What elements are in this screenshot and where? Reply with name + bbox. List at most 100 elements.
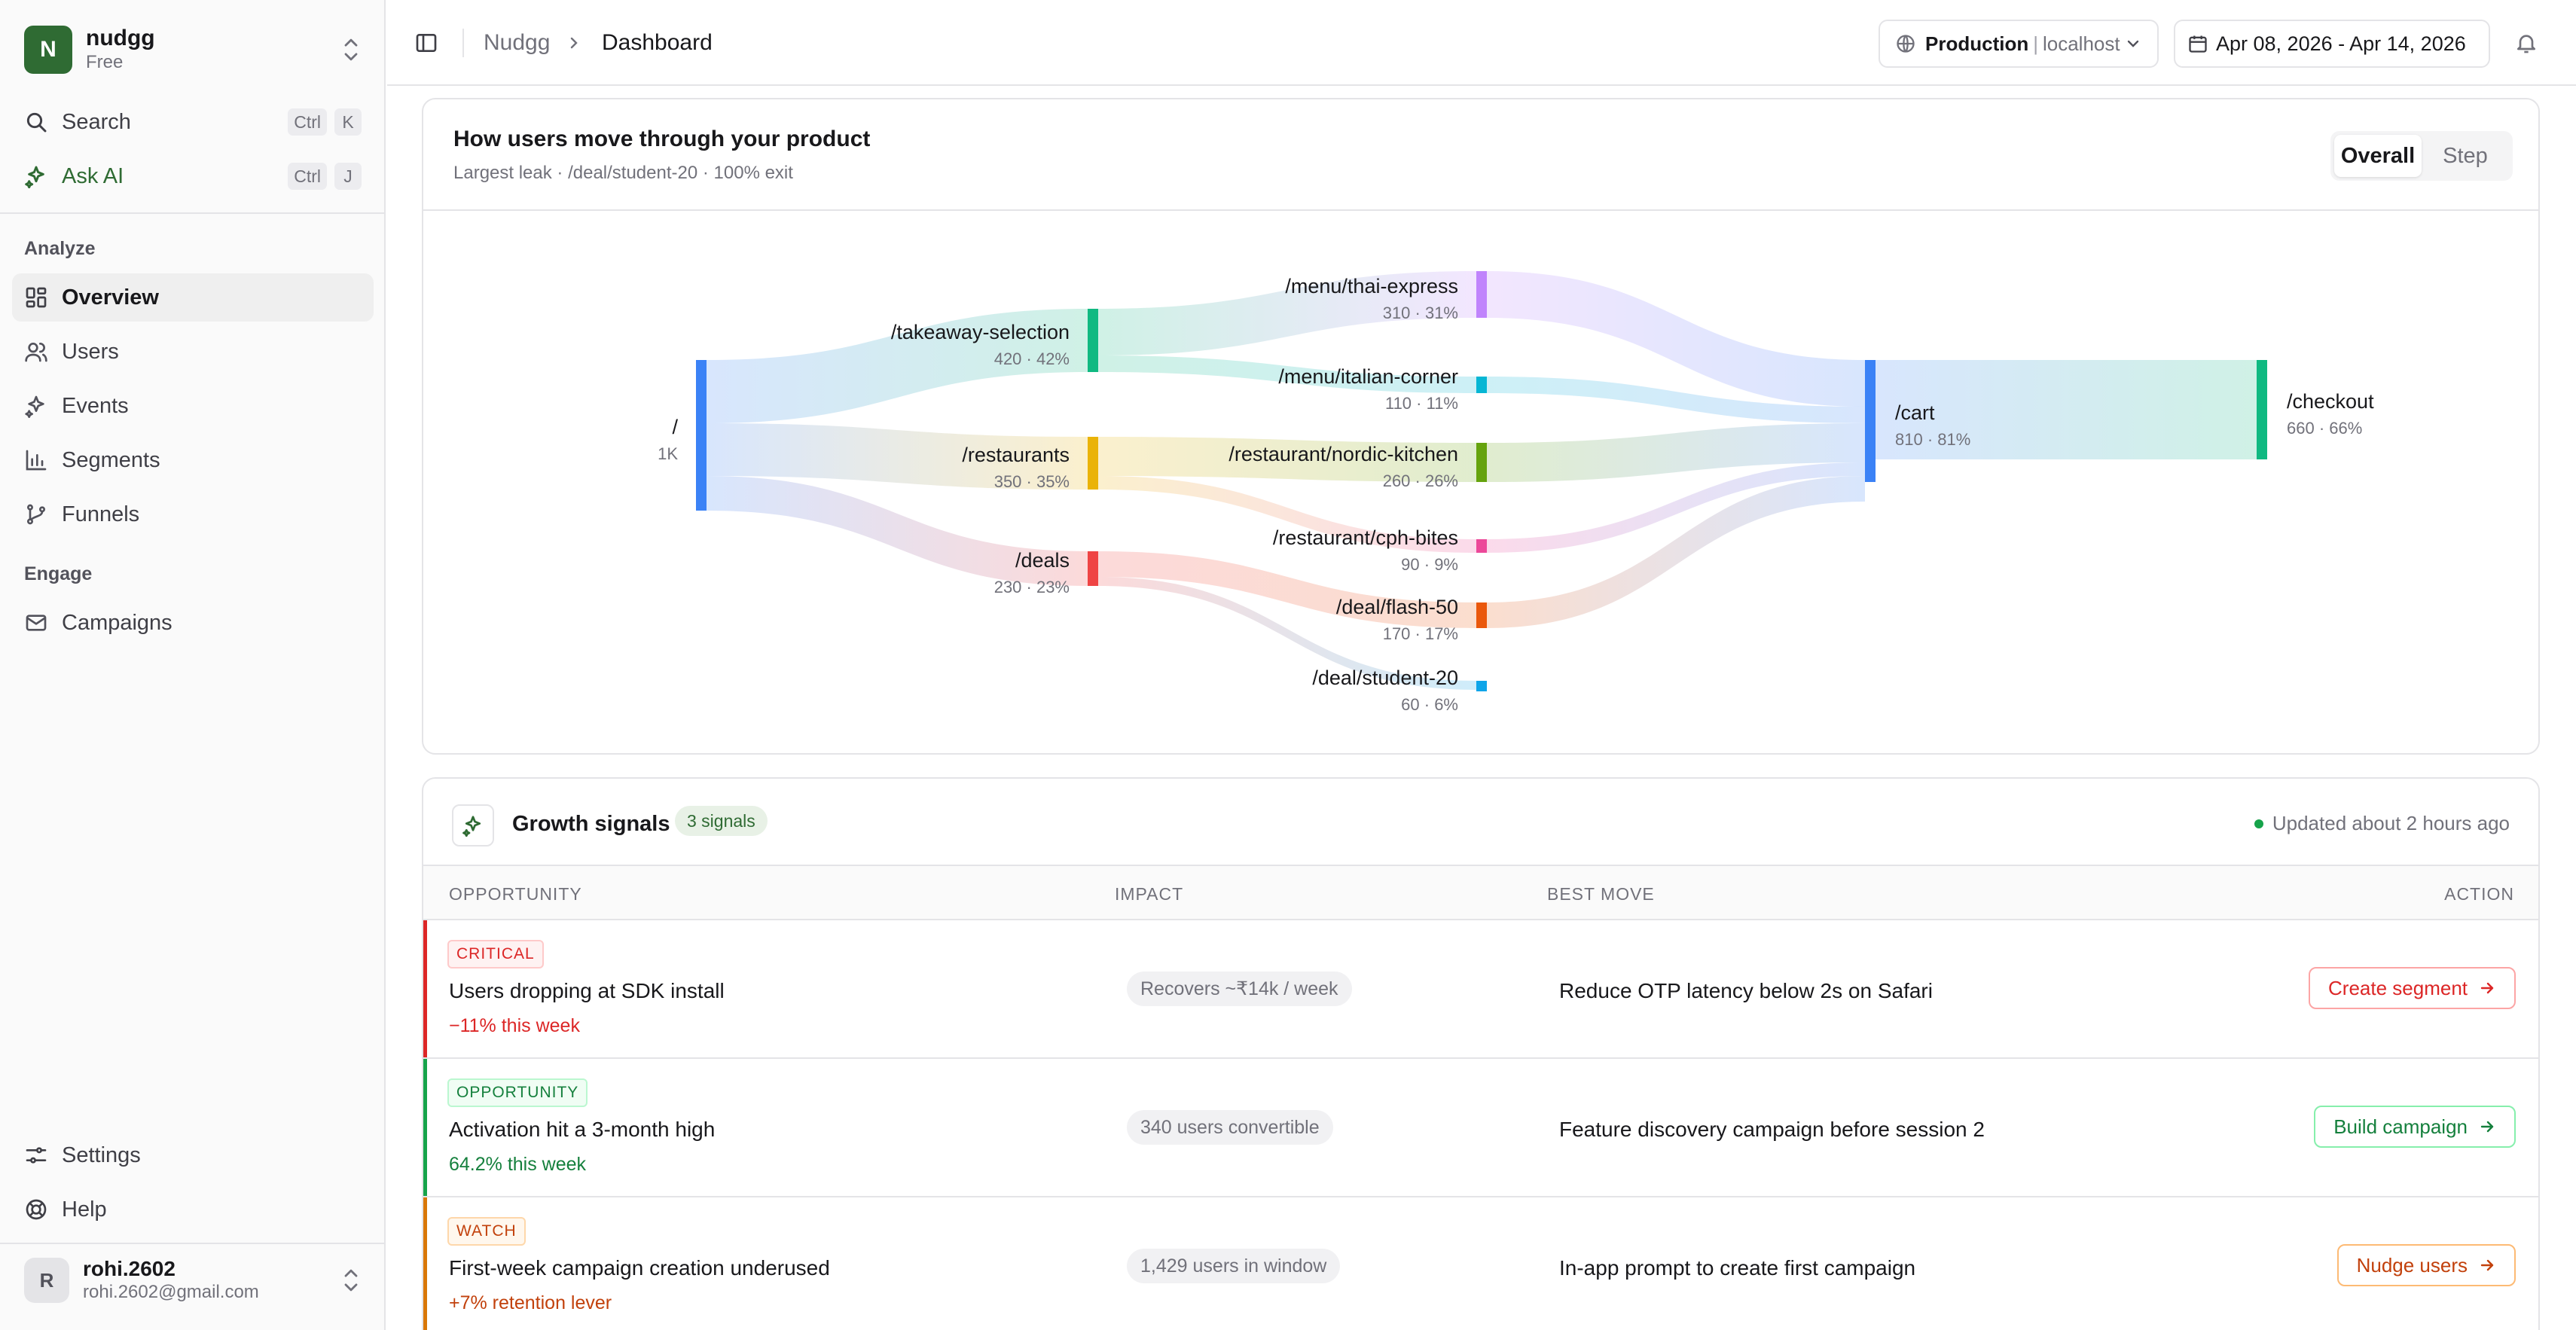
table-row: CRITICAL Users dropping at SDK install −… xyxy=(423,920,2538,1059)
status-badge: OPPORTUNITY xyxy=(447,1078,588,1107)
sankey-node-value: 110 · 11% xyxy=(1385,394,1458,413)
sidebar-item-segments[interactable]: Segments xyxy=(12,436,374,484)
date-range-picker[interactable]: Apr 08, 2026 - Apr 14, 2026 xyxy=(2174,20,2490,68)
sidebar-item-funnels[interactable]: Funnels xyxy=(12,490,374,538)
sankey-node[interactable] xyxy=(696,360,707,511)
help-label: Help xyxy=(62,1197,107,1222)
sidebar: N nudgg Free Search Ctrl K Ask AI Ctrl J… xyxy=(0,0,386,1330)
sankey-node-value: 260 · 26% xyxy=(1383,471,1458,490)
sankey-node[interactable] xyxy=(1476,271,1487,318)
sankey-node-label: /menu/italian-corner xyxy=(1278,365,1458,388)
sidebar-item-label: Campaigns xyxy=(62,610,172,635)
help-link[interactable]: Help xyxy=(12,1185,374,1234)
kbd-k: K xyxy=(334,108,362,136)
grid-icon xyxy=(26,287,47,308)
app-root: N nudgg Free Search Ctrl K Ask AI Ctrl J… xyxy=(0,0,2576,1330)
user-name: rohi.2602 xyxy=(83,1257,175,1280)
users-icon xyxy=(25,343,47,362)
create-segment-button[interactable]: Create segment xyxy=(2309,967,2516,1009)
action-label: Create segment xyxy=(2328,976,2468,999)
sankey-node[interactable] xyxy=(1476,602,1487,628)
opportunity-title: Users dropping at SDK install xyxy=(449,979,725,1002)
environment-host: localhost xyxy=(2042,32,2120,55)
chevron-down-icon xyxy=(2127,40,2139,47)
user-flow-card: How users move through your product Larg… xyxy=(422,98,2540,755)
growth-signals-title: Growth signals xyxy=(512,812,670,836)
search-icon xyxy=(26,112,47,133)
severity-bar xyxy=(423,1059,427,1196)
sankey-node-value: 170 · 17% xyxy=(1383,624,1458,643)
sankey-node[interactable] xyxy=(1476,539,1487,553)
table-header: OPPORTUNITY IMPACT BEST MOVE ACTION xyxy=(423,866,2538,920)
sidebar-item-overview[interactable]: Overview xyxy=(12,273,374,322)
sidebar-toggle-icon[interactable] xyxy=(414,31,438,55)
sankey-node[interactable] xyxy=(1476,377,1487,393)
kbd-ctrl: Ctrl xyxy=(288,163,327,190)
mail-icon xyxy=(26,615,47,631)
sidebar-item-events[interactable]: Events xyxy=(12,382,374,430)
breadcrumb-root[interactable]: Nudgg xyxy=(484,30,550,56)
sankey-node-value: 90 · 9% xyxy=(1401,555,1458,574)
sankey-node-label: /cart xyxy=(1895,401,1935,424)
sankey-node[interactable] xyxy=(1476,681,1487,691)
environment-separator: | xyxy=(2033,32,2038,55)
sankey-node-value: 660 · 66% xyxy=(2287,419,2362,438)
workspace-plan: Free xyxy=(86,52,124,72)
sliders-icon xyxy=(26,1147,47,1164)
ask-ai-button[interactable]: Ask AI Ctrl J xyxy=(12,152,374,200)
sankey-node[interactable] xyxy=(1088,437,1098,490)
impact-pill: 340 users convertible xyxy=(1127,1110,1333,1145)
sankey-node-label: /restaurant/cph-bites xyxy=(1273,526,1458,549)
build-campaign-button[interactable]: Build campaign xyxy=(2314,1106,2516,1148)
column-action: ACTION xyxy=(2444,884,2514,904)
sankey-node-label: /deal/flash-50 xyxy=(1336,596,1458,618)
sankey-chart: / 1K/takeaway-selection 420 · 42% /restaura… xyxy=(658,271,2374,714)
sankey-node-label: /deals xyxy=(1015,549,1070,572)
sankey-node[interactable] xyxy=(1476,443,1487,482)
search-label: Search xyxy=(62,109,131,134)
opportunity-delta: −11% this week xyxy=(449,1015,580,1036)
sankey-node-label: /restaurant/nordic-kitchen xyxy=(1228,443,1458,465)
workspace-name: nudgg xyxy=(86,26,155,50)
sidebar-divider xyxy=(0,212,386,214)
user-menu[interactable]: R rohi.2602 rohi.2602@gmail.com xyxy=(12,1250,374,1310)
section-label-engage: Engage xyxy=(24,563,93,584)
settings-link[interactable]: Settings xyxy=(12,1131,374,1179)
kbd-j: J xyxy=(334,163,362,190)
nudge-users-button[interactable]: Nudge users xyxy=(2336,1244,2516,1286)
sankey-node-value: 810 · 81% xyxy=(1895,430,1970,449)
table-row: OPPORTUNITY Activation hit a 3-month hig… xyxy=(423,1059,2538,1197)
sidebar-item-users[interactable]: Users xyxy=(12,328,374,376)
table-row: WATCH First-week campaign creation under… xyxy=(423,1197,2538,1330)
sankey-node-label: / xyxy=(672,416,678,438)
growth-signals-card: Growth signals 3 signals Updated about 2… xyxy=(422,777,2540,1330)
sankey-node[interactable] xyxy=(2257,360,2267,459)
sidebar-item-label: Overview xyxy=(62,285,159,310)
user-email: rohi.2602@gmail.com xyxy=(83,1282,259,1302)
user-info: rohi.2602 rohi.2602@gmail.com xyxy=(83,1257,340,1304)
sankey-node-value: 230 · 23% xyxy=(994,578,1070,596)
sankey-node[interactable] xyxy=(1865,360,1876,482)
updated-status: Updated about 2 hours ago xyxy=(2254,812,2510,835)
bell-icon[interactable] xyxy=(2514,31,2538,55)
sidebar-item-campaigns[interactable]: Campaigns xyxy=(12,599,374,647)
search-button[interactable]: Search Ctrl K xyxy=(12,98,374,146)
breadcrumb-current: Dashboard xyxy=(602,30,713,55)
action-label: Nudge users xyxy=(2356,1253,2468,1277)
column-opportunity: OPPORTUNITY xyxy=(449,884,582,904)
sankey-node-label: /menu/thai-express xyxy=(1285,275,1458,297)
workspace-switcher[interactable]: N nudgg Free xyxy=(12,12,374,87)
sankey-node[interactable] xyxy=(1088,551,1098,586)
status-dot xyxy=(2254,819,2263,828)
globe-icon xyxy=(1897,35,1915,53)
sankey-node[interactable] xyxy=(1088,309,1098,372)
environment-select[interactable]: Production | localhost xyxy=(1879,20,2159,68)
sankey-node-value: 420 · 42% xyxy=(994,349,1070,368)
opportunity-title: First-week campaign creation underused xyxy=(449,1256,830,1280)
sidebar-item-label: Users xyxy=(62,339,119,364)
sankey-node-value: 60 · 6% xyxy=(1401,695,1458,714)
arrow-right-icon xyxy=(2480,1121,2494,1133)
status-badge: WATCH xyxy=(447,1217,526,1246)
settings-label: Settings xyxy=(62,1142,141,1167)
workspace-avatar: N xyxy=(24,26,72,74)
